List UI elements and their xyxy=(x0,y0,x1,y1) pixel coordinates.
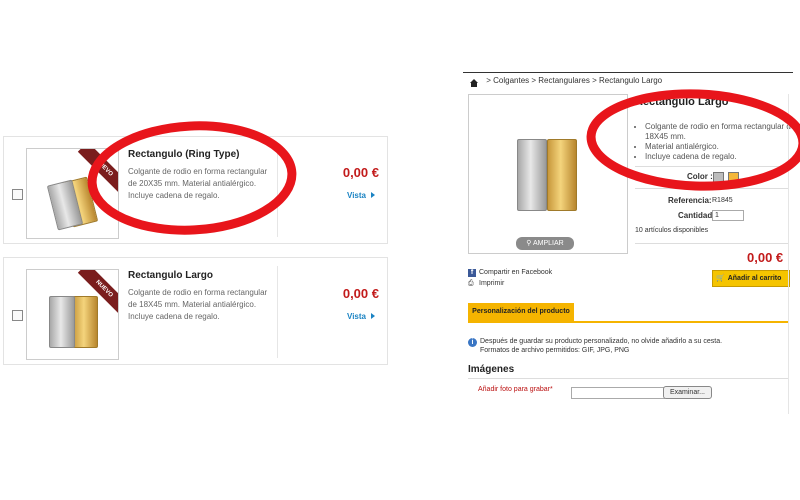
annotation-overlay xyxy=(87,89,800,235)
annotation-circle xyxy=(586,89,800,191)
annotation-circle xyxy=(87,121,297,235)
